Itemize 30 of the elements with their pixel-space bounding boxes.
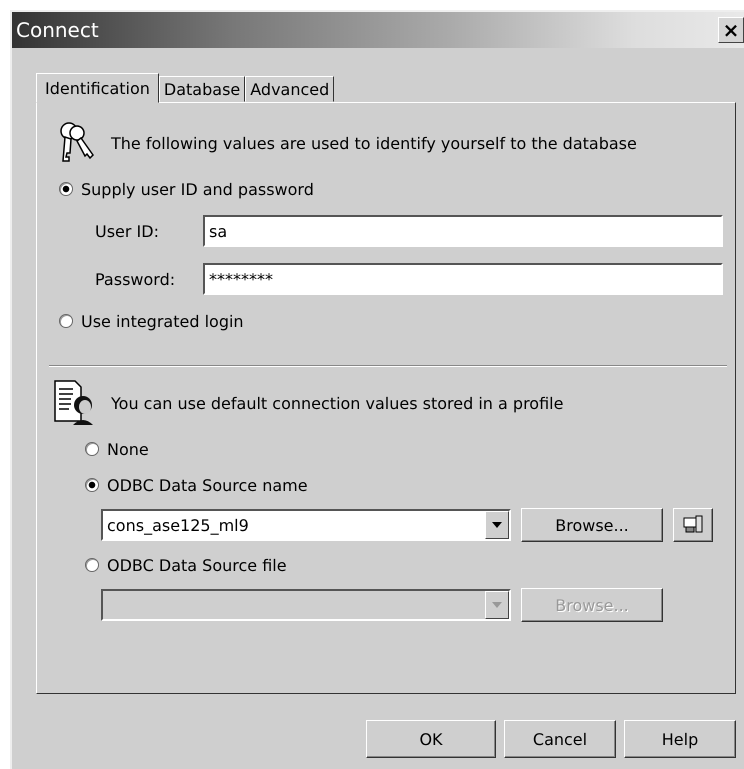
radio-button[interactable] (85, 478, 99, 492)
radio-label[interactable]: Supply user ID and password (81, 180, 314, 198)
data-source-button[interactable] (673, 508, 713, 542)
radio-label[interactable]: ODBC Data Source file (107, 556, 287, 574)
input-field[interactable]: sa (203, 215, 723, 247)
caret-icon (492, 522, 502, 528)
dialog-button[interactable]: OK (366, 720, 496, 758)
computer-icon (682, 515, 704, 535)
radio-label[interactable]: None (107, 440, 149, 458)
radio-button[interactable] (59, 182, 73, 196)
dropdown-field[interactable]: cons_ase125_ml9 (101, 509, 511, 541)
radio-button[interactable] (85, 442, 99, 456)
dialog-button[interactable]: Help (624, 720, 736, 758)
close-button[interactable]: × (718, 17, 744, 43)
radio-label[interactable]: Use integrated login (81, 312, 244, 330)
field-label: Password: (95, 270, 176, 288)
radio-button[interactable] (59, 314, 73, 328)
section-description: You can use default connection values stored in a profile (111, 394, 564, 412)
section-description: The following values are used to identify yourself to the database (111, 134, 637, 152)
input-field[interactable]: ******** (203, 263, 723, 295)
field-label: User ID: (95, 222, 160, 240)
radio-button[interactable] (85, 558, 99, 572)
tab[interactable]: Identification (36, 73, 159, 103)
radio-label[interactable]: ODBC Data Source name (107, 476, 308, 494)
window-title: Connect (15, 18, 99, 42)
tab[interactable]: Database (158, 76, 246, 102)
caret-icon (492, 602, 502, 608)
browse-button[interactable]: Browse... (521, 508, 663, 542)
tab[interactable]: Advanced (245, 76, 334, 102)
dialog-button[interactable]: Cancel (504, 720, 616, 758)
